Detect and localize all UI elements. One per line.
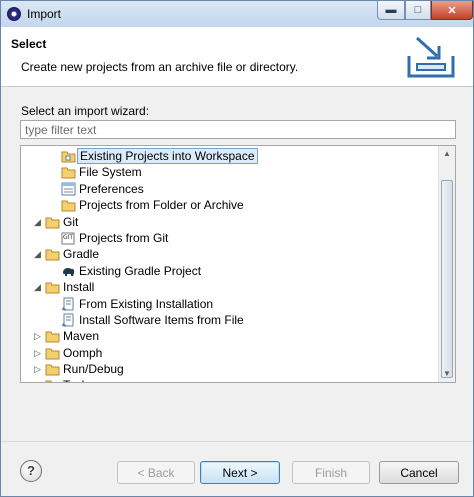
wizard-tree[interactable]: Existing Projects into Workspace File Sys… (20, 145, 456, 383)
tree-item[interactable]: ◢ Gradle (21, 246, 439, 262)
folder-icon (45, 247, 60, 261)
install-icon (61, 313, 76, 327)
collapsed-triangle-icon[interactable]: ▷ (33, 332, 42, 341)
tree-item[interactable]: File System (21, 164, 439, 180)
project-folder-icon (61, 149, 76, 163)
scroll-up-arrow-icon[interactable]: ▲ (439, 146, 455, 162)
window-title: Import (27, 7, 62, 21)
folder-icon (45, 280, 60, 294)
back-button[interactable]: < Back (117, 461, 195, 484)
git-icon: GIT (61, 231, 76, 245)
tree-item-label: Run/Debug (63, 362, 124, 377)
install-icon (61, 297, 76, 311)
page-title: Select (11, 37, 47, 51)
wizard-label: Select an import wizard: (21, 104, 150, 118)
wizard-header: Select Create new projects from an archi… (1, 27, 473, 87)
finish-button[interactable]: Finish (292, 461, 370, 484)
expanded-triangle-icon[interactable]: ◢ (33, 283, 42, 292)
expanded-triangle-icon[interactable]: ◢ (33, 217, 42, 227)
title-bar[interactable]: Import ▬ □ ✕ (1, 1, 473, 27)
preferences-icon (61, 182, 76, 196)
maximize-button[interactable]: □ (405, 1, 431, 20)
tree-item[interactable]: ◢ Git (21, 214, 439, 230)
collapsed-triangle-icon[interactable]: ▷ (33, 365, 42, 374)
page-description: Create new projects from an archive file… (21, 60, 299, 74)
tree-item[interactable]: ▷ Run/Debug (21, 361, 439, 377)
tree-item[interactable]: Existing Projects into Workspace (21, 148, 439, 164)
tree-item-label: Gradle (63, 247, 100, 262)
svg-text:GIT: GIT (63, 234, 73, 241)
collapsed-triangle-icon[interactable]: ▷ (33, 381, 42, 382)
vertical-scrollbar[interactable]: ▲ ▼ (438, 146, 455, 382)
scroll-down-arrow-icon[interactable]: ▼ (439, 366, 455, 382)
tree-item[interactable]: Preferences (21, 181, 439, 197)
tree-item-label: Projects from Folder or Archive (79, 198, 244, 213)
expanded-triangle-icon[interactable]: ◢ (33, 250, 42, 259)
tree-item-label: Existing Gradle Project (79, 263, 202, 278)
minimize-button[interactable]: ▬ (377, 1, 405, 20)
next-button[interactable]: Next > (200, 461, 280, 484)
folder-icon (45, 378, 60, 382)
tree-item-label: Tasks (61, 377, 96, 382)
tree-item[interactable]: From Existing Installation (21, 296, 439, 312)
tree-item[interactable]: ▷ Tasks (21, 377, 439, 382)
tree-item[interactable]: ▷ Oomph (21, 345, 439, 361)
folder-icon (45, 215, 60, 229)
tree-rows: Existing Projects into Workspace File Sys… (21, 148, 439, 382)
tree-item[interactable]: Projects from Folder or Archive (21, 197, 439, 213)
tree-item[interactable]: Existing Gradle Project (21, 263, 439, 279)
wizard-body: Select an import wizard: Existing Projec… (1, 88, 473, 436)
tree-item-label: Install (63, 280, 95, 295)
tree-item-label: Git (63, 214, 79, 229)
folder-icon (61, 198, 76, 212)
folder-icon (45, 362, 60, 376)
tree-item[interactable]: Install Software Items from File (21, 312, 439, 328)
import-dialog: Import ▬ □ ✕ Select Create new projects … (0, 0, 474, 497)
tree-item-label: Maven (63, 329, 100, 344)
tree-item[interactable]: ◢ Install (21, 279, 439, 295)
eclipse-icon (7, 7, 21, 21)
tree-item-label: From Existing Installation (79, 296, 214, 311)
close-button[interactable]: ✕ (431, 1, 473, 20)
folder-icon (61, 165, 76, 179)
tree-item[interactable]: GIT Projects from Git (21, 230, 439, 246)
cancel-button[interactable]: Cancel (379, 461, 459, 484)
tree-item-label: File System (79, 165, 142, 180)
help-button[interactable]: ? (20, 460, 42, 482)
folder-icon (45, 346, 60, 360)
tree-item-label: Oomph (63, 345, 103, 360)
scrollbar-thumb[interactable] (441, 180, 453, 378)
tree-item-label: Preferences (79, 181, 144, 196)
button-bar: ? < Back Next > Finish Cancel (1, 441, 473, 496)
tree-item-label: Existing Projects into Workspace (77, 148, 258, 164)
tree-item[interactable]: ▷ Maven (21, 328, 439, 344)
filter-input[interactable] (20, 120, 456, 139)
tree-item-label: Projects from Git (79, 230, 169, 245)
import-tray-icon (407, 36, 455, 78)
collapsed-triangle-icon[interactable]: ▷ (33, 348, 42, 358)
tree-item-label: Install Software Items from File (79, 312, 244, 327)
folder-icon (45, 329, 60, 343)
gradle-elephant-icon (61, 264, 76, 278)
